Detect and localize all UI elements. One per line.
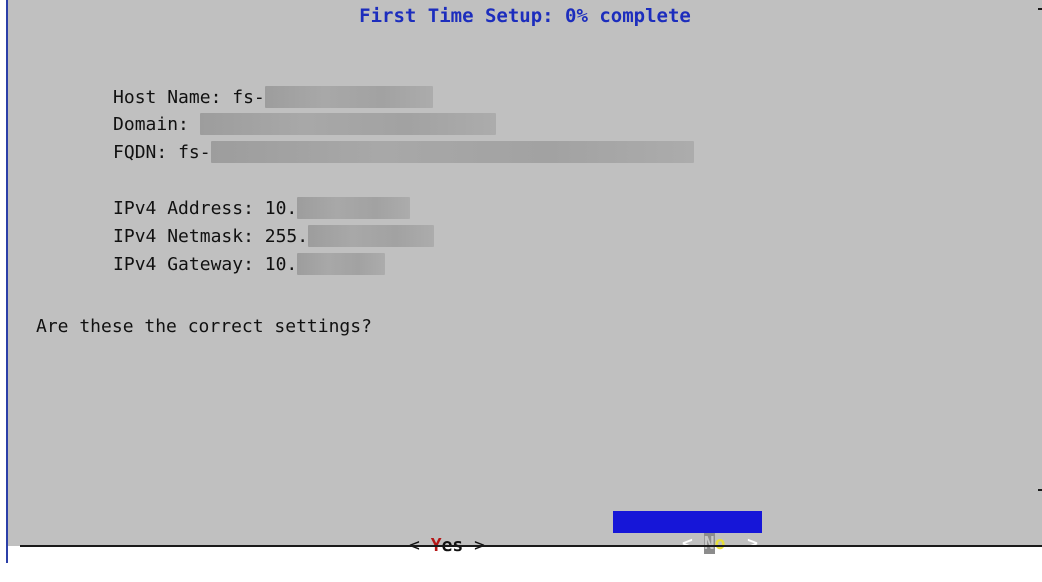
setup-dialog: First Time Setup: 0% complete Host Name:… bbox=[0, 0, 1042, 563]
ipv4-address-row: IPv4 Address: 10. bbox=[48, 173, 411, 219]
dialog-bottom-border bbox=[20, 545, 1042, 547]
dialog-panel: First Time Setup: 0% complete Host Name:… bbox=[8, 0, 1042, 556]
fqdn-label: FQDN: bbox=[113, 142, 179, 163]
frame-tick-top bbox=[1038, 8, 1042, 10]
domain-row: Domain: bbox=[48, 89, 496, 135]
no-hotkey: N bbox=[703, 533, 715, 554]
host-name-row: Host Name: fs- bbox=[48, 62, 433, 108]
ipv4-gateway-redacted bbox=[297, 252, 386, 275]
no-label-rest: o bbox=[714, 533, 726, 554]
confirm-question: Are these the correct settings? bbox=[36, 316, 372, 337]
no-close-bracket: > bbox=[725, 533, 758, 554]
ipv4-gateway-value: 10. bbox=[264, 254, 298, 275]
ipv4-netmask-row: IPv4 Netmask: 255. bbox=[48, 201, 435, 247]
no-button[interactable]: < No > bbox=[613, 511, 762, 554]
fqdn-redacted bbox=[210, 140, 694, 163]
ipv4-gateway-row: IPv4 Gateway: 10. bbox=[48, 229, 386, 275]
dialog-left-border bbox=[0, 0, 8, 563]
frame-tick-bottom bbox=[1038, 489, 1042, 491]
fqdn-row: FQDN: fs- bbox=[48, 117, 694, 163]
dialog-title: First Time Setup: 0% complete bbox=[359, 5, 691, 27]
fqdn-value: fs- bbox=[178, 142, 211, 163]
ipv4-gateway-label: IPv4 Gateway: bbox=[113, 254, 265, 275]
no-open-bracket: < bbox=[682, 533, 704, 554]
